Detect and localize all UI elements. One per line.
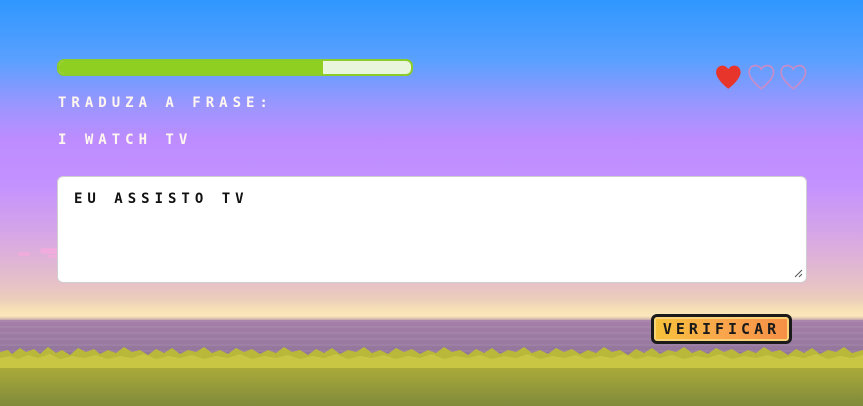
answer-input[interactable] [57, 176, 807, 283]
instruction-text: TRADUZA A FRASE: [58, 95, 273, 111]
heart-icon [780, 64, 807, 90]
cloud [18, 252, 30, 256]
heart-icon [747, 64, 775, 90]
lesson-progress-fill [59, 61, 323, 74]
lives-indicator [712, 60, 810, 96]
resize-grip-icon[interactable] [793, 268, 803, 278]
source-phrase: I WATCH TV [58, 132, 193, 148]
heart-icon [716, 65, 741, 89]
verify-button[interactable]: VERIFICAR [651, 314, 792, 344]
lesson-progress-bar [57, 59, 413, 76]
